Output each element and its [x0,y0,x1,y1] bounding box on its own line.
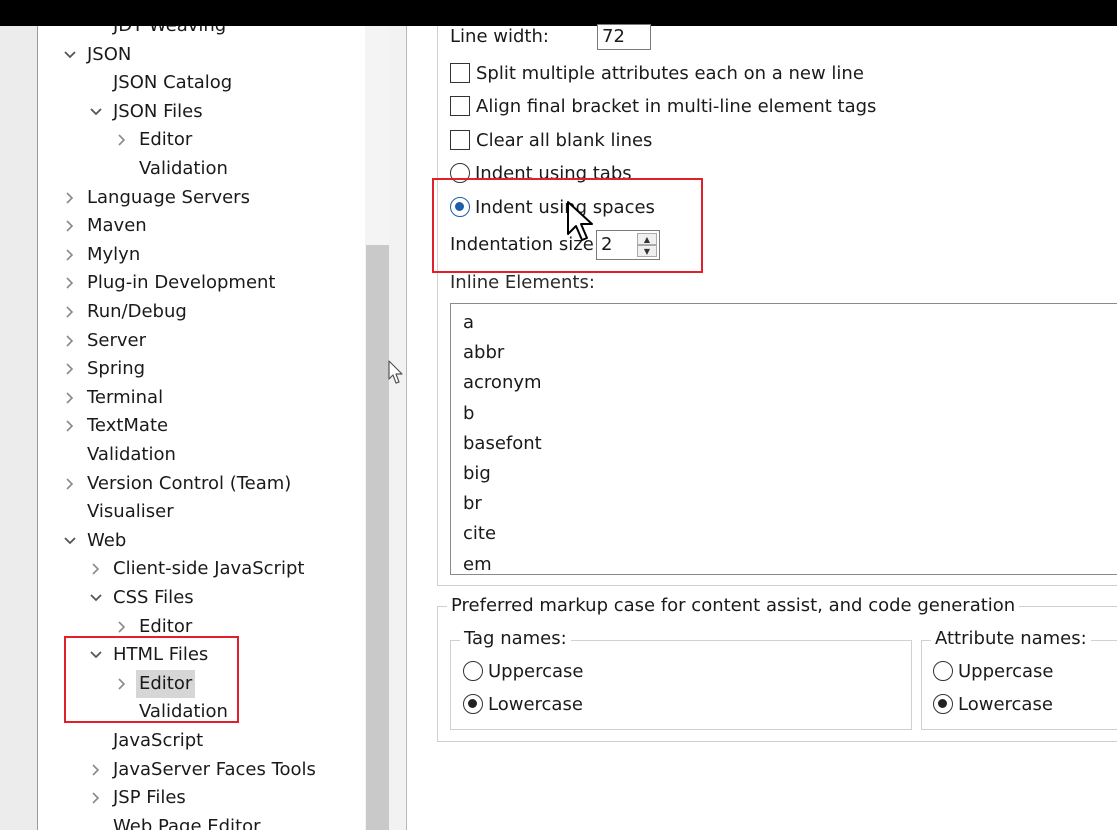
chevron-right-icon[interactable] [61,298,79,326]
align-bracket-checkbox[interactable]: Align final bracket in multi-line elemen… [450,92,876,120]
tree-item-label: JavaScript [113,730,204,751]
checkbox-box[interactable] [450,63,470,83]
chevron-down-icon[interactable] [61,527,79,555]
tag-names-title: Tag names: [460,628,571,649]
tree-item-label: Validation [139,158,228,179]
tag-uppercase-radio[interactable]: Uppercase [463,657,583,685]
tree-scrollbar-thumb[interactable] [366,245,389,830]
tree-item-label: Web Page Editor [113,815,261,830]
chevron-right-icon[interactable] [87,756,105,784]
highlight-html-editor-box [64,636,239,723]
left-margin [0,26,38,830]
list-item[interactable]: br [463,489,482,519]
list-item[interactable]: cite [463,519,496,549]
tree-item-label: JSON Files [113,100,203,122]
tag-lowercase-radio[interactable]: Lowercase [463,690,583,718]
chevron-down-icon[interactable] [61,41,79,69]
markup-case-group-title: Preferred markup case for content assist… [447,595,1020,616]
chevron-down-icon[interactable] [87,98,105,126]
tree-item-label: Validation [87,444,176,465]
chevron-right-icon[interactable] [61,241,79,269]
chevron-right-icon[interactable] [61,184,79,212]
tree-item-label: Server [87,329,147,351]
attribute-uppercase-radio[interactable]: Uppercase [933,657,1053,685]
attribute-lowercase-label: Lowercase [958,693,1053,715]
chevron-down-icon[interactable] [87,584,105,612]
radio-circle-selected[interactable] [463,694,483,714]
align-bracket-label: Align final bracket in multi-line elemen… [476,95,877,117]
line-width-input[interactable]: 72 [597,24,651,50]
chevron-right-icon[interactable] [61,327,79,355]
chevron-right-icon[interactable] [61,355,79,383]
list-item[interactable]: acronym [463,368,542,398]
checkbox-box[interactable] [450,96,470,116]
tree-item-label: Editor [139,129,193,151]
panel-divider-sash[interactable] [389,26,407,830]
tree-item-label: JavaServer Faces Tools [113,758,316,780]
mouse-pointer-icon [567,201,593,241]
chevron-right-icon[interactable] [61,470,79,498]
chevron-right-icon[interactable] [61,384,79,412]
inline-elements-list[interactable]: a abbr acronym b basefont big br cite em [450,303,1117,575]
attribute-lowercase-radio[interactable]: Lowercase [933,690,1053,718]
tree-item-label: JSON [87,43,132,65]
checkbox-box[interactable] [450,130,470,150]
tree-item-label: CSS Files [113,587,194,608]
list-item[interactable]: b [463,399,474,429]
radio-circle[interactable] [933,661,953,681]
radio-circle-selected[interactable] [933,694,953,714]
radio-circle[interactable] [463,661,483,681]
clear-blank-lines-checkbox[interactable]: Clear all blank lines [450,126,652,154]
list-item[interactable]: em [463,550,492,574]
tree-item-label: JDT Weaving [113,26,226,40]
chevron-right-icon[interactable] [87,784,105,812]
list-item[interactable]: big [463,459,491,489]
tree-item-label: Version Control (Team) [87,472,292,494]
tree-item-label: JSON Catalog [113,72,233,94]
tree-item-label: Run/Debug [87,301,187,322]
tree-item-label: Language Servers [87,186,250,208]
tag-lowercase-label: Lowercase [488,693,583,715]
split-attributes-checkbox[interactable]: Split multiple attributes each on a new … [450,59,864,87]
line-width-label: Line width: [450,26,549,47]
tree-item-label: Maven [87,215,147,237]
tree-item-label: Client-side JavaScript [113,558,305,580]
clear-blank-lines-label: Clear all blank lines [476,129,653,151]
split-attributes-label: Split multiple attributes each on a new … [476,62,864,84]
tree-item-label: Spring [87,358,146,380]
chevron-right-icon[interactable] [61,212,79,240]
tag-uppercase-label: Uppercase [488,660,584,682]
tree-item-label: Mylyn [87,243,141,265]
tree-item-label: JSP Files [113,787,186,809]
attribute-uppercase-label: Uppercase [958,660,1054,682]
inline-elements-label: Inline Elements: [450,272,595,293]
small-pointer-icon [388,360,403,384]
tree-item-label: Plug-in Development [87,272,276,294]
chevron-right-icon[interactable] [113,126,131,154]
list-item[interactable]: a [463,308,474,338]
chevron-right-icon[interactable] [61,412,79,440]
attribute-names-title: Attribute names: [931,628,1091,649]
chevron-right-icon[interactable] [61,269,79,297]
chevron-right-icon[interactable] [87,555,105,583]
tree-item-label: Terminal [87,386,164,408]
list-item[interactable]: basefont [463,429,542,459]
tree-item-label: Visualiser [87,501,174,523]
tree-item-label: TextMate [87,415,169,437]
tree-item-label: Web [87,529,127,551]
top-black-bar [0,0,1117,26]
list-item[interactable]: abbr [463,338,504,368]
